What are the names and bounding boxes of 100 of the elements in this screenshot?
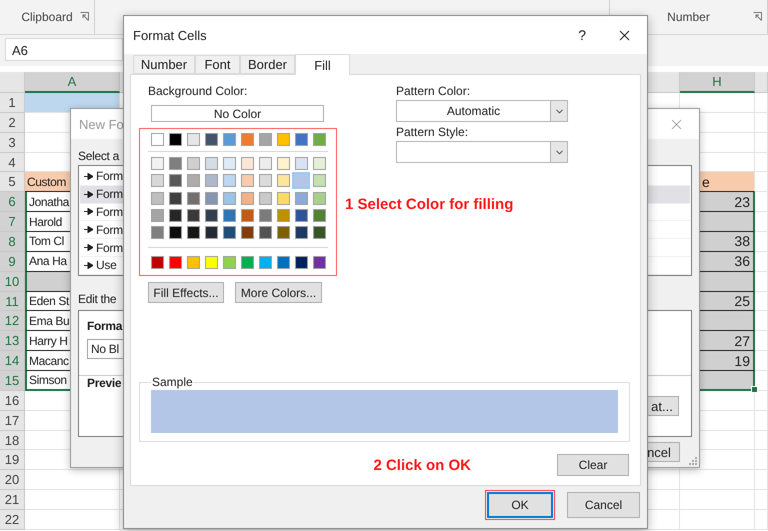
color-swatch[interactable] — [150, 208, 164, 222]
color-swatch[interactable] — [168, 256, 182, 270]
row-header[interactable]: 6 — [0, 192, 25, 212]
color-swatch[interactable] — [186, 226, 200, 240]
color-swatch[interactable] — [150, 192, 164, 205]
color-swatch[interactable] — [186, 208, 200, 222]
launcher-icon[interactable] — [80, 12, 89, 21]
color-swatch[interactable] — [294, 133, 308, 146]
row-header[interactable]: 22 — [0, 510, 25, 530]
color-swatch[interactable] — [240, 192, 254, 205]
color-swatch[interactable] — [150, 174, 164, 188]
row-header[interactable]: 1 — [0, 93, 25, 113]
fill-handle[interactable] — [751, 386, 758, 393]
color-swatch[interactable] — [168, 133, 182, 146]
tab[interactable]: Number — [133, 55, 195, 74]
color-swatch[interactable] — [204, 174, 218, 188]
row-header[interactable]: 9 — [0, 252, 25, 272]
help-button[interactable]: ? — [578, 27, 586, 43]
color-swatch[interactable] — [150, 256, 164, 270]
color-swatch[interactable] — [276, 157, 290, 170]
dropdown[interactable]: Automatic — [396, 100, 568, 122]
clear-button[interactable]: Clear — [557, 454, 629, 476]
color-swatch[interactable] — [258, 208, 272, 222]
color-swatch[interactable] — [258, 133, 272, 146]
color-swatch[interactable] — [240, 226, 254, 240]
tab[interactable]: Font — [195, 55, 240, 74]
row-header[interactable]: 17 — [0, 410, 25, 431]
color-swatch[interactable] — [168, 208, 182, 222]
launcher-icon[interactable] — [753, 12, 762, 21]
color-swatch[interactable] — [222, 226, 236, 240]
fill-effects-button[interactable]: Fill Effects... — [148, 282, 224, 303]
row-header[interactable]: 20 — [0, 470, 25, 490]
color-swatch[interactable] — [204, 133, 218, 146]
color-swatch[interactable] — [168, 157, 182, 170]
color-swatch[interactable] — [186, 256, 200, 270]
tab[interactable]: Border — [240, 55, 295, 74]
color-swatch[interactable] — [294, 256, 308, 270]
row-header[interactable]: 10 — [0, 272, 25, 292]
color-swatch[interactable] — [168, 174, 182, 188]
row-header[interactable]: 19 — [0, 450, 25, 470]
color-swatch[interactable] — [258, 226, 272, 240]
color-swatch[interactable] — [276, 208, 290, 222]
color-swatch[interactable] — [150, 226, 164, 240]
row-header[interactable]: 13 — [0, 331, 25, 352]
color-swatch[interactable] — [222, 192, 236, 205]
tab[interactable]: Fill — [295, 54, 350, 75]
row-header[interactable]: 8 — [0, 232, 25, 252]
color-swatch[interactable] — [258, 192, 272, 205]
color-swatch[interactable] — [204, 256, 218, 270]
color-swatch[interactable] — [294, 226, 308, 240]
color-swatch[interactable] — [240, 174, 254, 188]
color-swatch[interactable] — [150, 133, 164, 146]
color-swatch[interactable] — [240, 133, 254, 146]
color-swatch[interactable] — [312, 208, 326, 222]
color-swatch[interactable] — [222, 174, 236, 188]
color-swatch[interactable] — [312, 174, 326, 188]
row-header[interactable]: 3 — [0, 132, 25, 153]
color-swatch[interactable] — [294, 192, 308, 205]
color-swatch[interactable] — [222, 208, 236, 222]
row-header[interactable]: 14 — [0, 351, 25, 372]
no-color-button[interactable]: No Color — [151, 105, 324, 122]
color-swatch[interactable] — [222, 256, 236, 270]
color-swatch[interactable] — [294, 208, 308, 222]
resize-grip-icon[interactable] — [689, 457, 697, 465]
color-swatch[interactable] — [294, 157, 308, 170]
color-swatch[interactable] — [312, 226, 326, 240]
color-swatch[interactable] — [312, 157, 326, 170]
color-swatch[interactable] — [276, 192, 290, 205]
row-header[interactable]: 18 — [0, 430, 25, 450]
color-swatch[interactable] — [258, 157, 272, 170]
color-swatch[interactable] — [276, 174, 290, 188]
column-header[interactable]: H — [680, 72, 755, 93]
color-swatch[interactable] — [258, 174, 272, 188]
color-swatch[interactable] — [258, 256, 272, 270]
color-swatch[interactable] — [276, 256, 290, 270]
more-colors-button[interactable]: More Colors... — [235, 282, 322, 303]
color-swatch[interactable] — [240, 256, 254, 270]
color-swatch[interactable] — [168, 192, 182, 205]
color-swatch[interactable] — [204, 226, 218, 240]
color-swatch[interactable] — [222, 157, 236, 170]
color-swatch[interactable] — [186, 133, 200, 146]
color-swatch[interactable] — [204, 157, 218, 170]
ok-button[interactable]: OK — [487, 492, 553, 518]
color-swatch[interactable] — [240, 157, 254, 170]
row-header[interactable]: 4 — [0, 152, 25, 172]
format-button[interactable]: at... — [645, 396, 679, 416]
color-swatch[interactable] — [186, 174, 200, 188]
row-header[interactable]: 2 — [0, 112, 25, 133]
row-header[interactable]: 21 — [0, 490, 25, 510]
color-swatch[interactable] — [276, 226, 290, 240]
row-header[interactable]: 15 — [0, 371, 25, 391]
color-swatch[interactable] — [240, 208, 254, 222]
row-header[interactable]: 5 — [0, 172, 25, 192]
cancel-button[interactable]: Cancel — [567, 492, 640, 518]
column-header[interactable]: A — [25, 72, 120, 93]
row-header[interactable]: 7 — [0, 212, 25, 232]
color-swatch[interactable] — [204, 208, 218, 222]
row-header[interactable]: 12 — [0, 311, 25, 332]
color-swatch[interactable] — [186, 192, 200, 205]
color-swatch[interactable] — [312, 133, 326, 146]
